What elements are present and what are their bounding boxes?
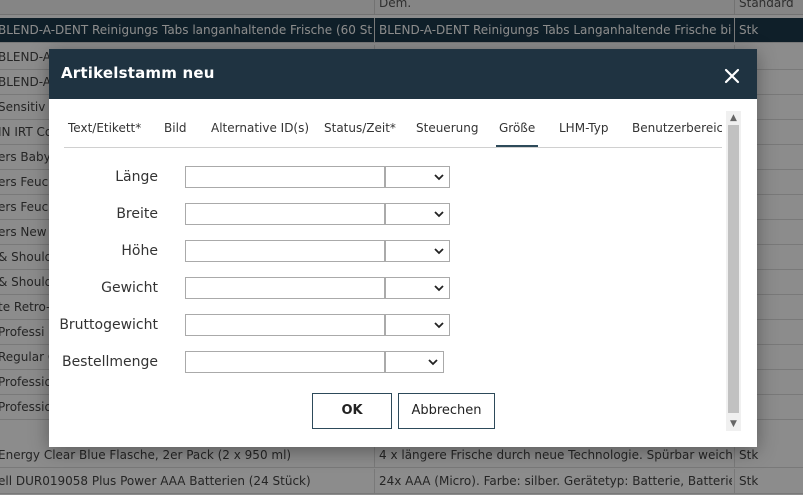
chevron-down-icon — [428, 359, 438, 366]
hoehe-input[interactable] — [185, 240, 385, 262]
breite-unit-select[interactable] — [385, 203, 450, 225]
gewicht-input[interactable] — [185, 277, 385, 299]
tab-bar: Text/Etikett* Bild Alternative ID(s) Sta… — [64, 111, 722, 148]
dialog-scrollbar[interactable]: ▲ ▼ — [726, 111, 741, 431]
bruttogewicht-input[interactable] — [185, 314, 385, 336]
cancel-button[interactable]: Abbrechen — [398, 393, 495, 429]
label-bestellmenge: Bestellmenge — [61, 354, 158, 370]
article-dialog: Artikelstamm neu Text/Etikett* Bild Alte… — [49, 49, 757, 447]
scroll-up-icon[interactable]: ▲ — [726, 111, 741, 125]
tab-benutzerbereich[interactable]: Benutzerbereich — [632, 111, 722, 147]
ok-button[interactable]: OK — [312, 393, 392, 429]
bestellmenge-input[interactable] — [185, 351, 385, 373]
chevron-down-icon — [434, 285, 444, 292]
chevron-down-icon — [434, 248, 444, 255]
tab-bild[interactable]: Bild — [164, 111, 187, 147]
laenge-unit-select[interactable] — [385, 166, 450, 188]
scroll-down-icon[interactable]: ▼ — [726, 417, 741, 431]
breite-input[interactable] — [185, 203, 385, 225]
bruttogewicht-unit-select[interactable] — [385, 314, 450, 336]
label-breite: Breite — [116, 206, 158, 222]
dialog-title: Artikelstamm neu — [61, 64, 215, 82]
tab-steuerung[interactable]: Steuerung — [416, 111, 478, 147]
chevron-down-icon — [434, 322, 444, 329]
hoehe-unit-select[interactable] — [385, 240, 450, 262]
label-gewicht: Gewicht — [101, 280, 158, 296]
chevron-down-icon — [434, 174, 444, 181]
gewicht-unit-select[interactable] — [385, 277, 450, 299]
tab-status-zeit[interactable]: Status/Zeit* — [324, 111, 396, 147]
close-icon[interactable] — [723, 67, 741, 85]
tab-lhm-typ[interactable]: LHM-Typ — [559, 111, 608, 147]
tab-groesse[interactable]: Größe — [496, 111, 539, 147]
chevron-down-icon — [434, 211, 444, 218]
label-hoehe: Höhe — [121, 243, 158, 259]
tab-text-etikett[interactable]: Text/Etikett* — [68, 111, 141, 147]
bestellmenge-unit-select[interactable] — [385, 351, 444, 373]
scroll-thumb[interactable] — [728, 125, 739, 413]
label-bruttogewicht: Bruttogewicht — [59, 317, 158, 333]
dialog-header: Artikelstamm neu — [49, 49, 757, 99]
label-laenge: Länge — [115, 169, 158, 185]
laenge-input[interactable] — [185, 166, 385, 188]
tab-alternative-ids[interactable]: Alternative ID(s) — [211, 111, 309, 147]
